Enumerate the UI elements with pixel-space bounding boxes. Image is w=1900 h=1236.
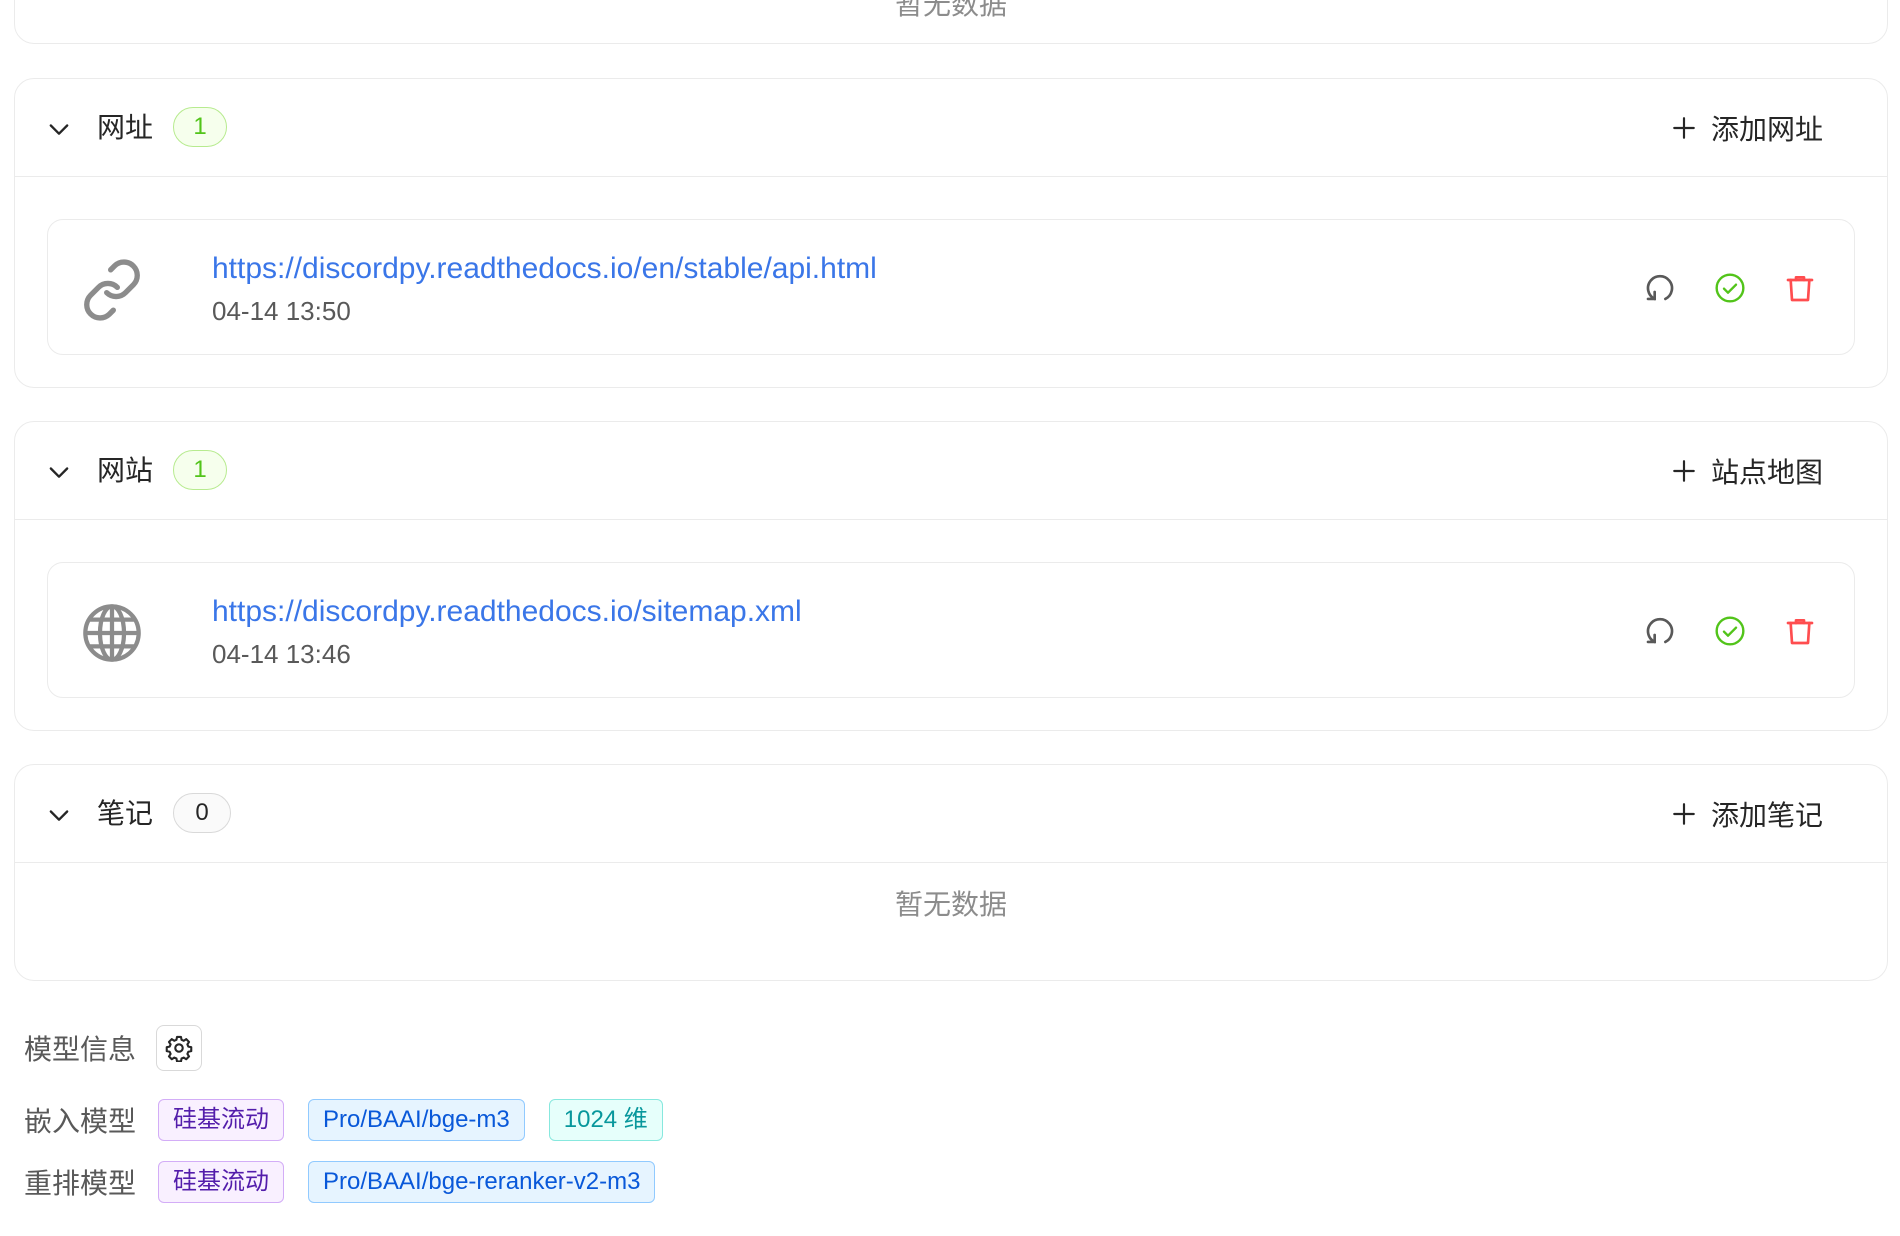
- model-tag: Pro/BAAI/bge-reranker-v2-m3: [308, 1161, 656, 1203]
- status-success-icon[interactable]: [1714, 272, 1746, 304]
- count-badge: 1: [173, 450, 227, 490]
- chevron-down-icon[interactable]: [45, 115, 73, 143]
- previous-section-card: 暂无数据: [14, 0, 1888, 44]
- add-url-label: 添加网址: [1710, 114, 1823, 145]
- section-header[interactable]: 网站 1 站点地图: [15, 422, 1887, 520]
- chevron-down-icon[interactable]: [45, 801, 73, 829]
- item-timestamp: 04-14 13:46: [212, 639, 351, 669]
- item-url-link[interactable]: https://discordpy.readthedocs.io/en/stab…: [212, 250, 877, 288]
- provider-tag: 硅基流动: [158, 1161, 284, 1203]
- plus-icon: [1673, 460, 1695, 482]
- provider-tag: 硅基流动: [158, 1099, 284, 1141]
- plus-icon: [1673, 117, 1695, 139]
- status-success-icon[interactable]: [1714, 615, 1746, 647]
- list-item: https://discordpy.readthedocs.io/sitemap…: [47, 562, 1855, 698]
- list-item: https://discordpy.readthedocs.io/en/stab…: [47, 219, 1855, 355]
- link-icon: [84, 259, 140, 321]
- gear-icon: [165, 1035, 193, 1062]
- model-settings-button[interactable]: [156, 1025, 203, 1071]
- add-note-label: 添加笔记: [1710, 800, 1823, 831]
- empty-state-text: 暂无数据: [894, 889, 1007, 920]
- section-notes: 笔记 0 添加笔记 暂无数据: [14, 764, 1888, 981]
- section-websites: 网站 1 站点地图 https://discordpy.readthedocs.…: [14, 421, 1888, 731]
- count-badge: 1: [173, 107, 227, 147]
- add-sitemap-button[interactable]: 站点地图: [1671, 452, 1823, 490]
- delete-icon[interactable]: [1784, 272, 1816, 304]
- section-title: 网址: [97, 112, 154, 143]
- embedding-model-row: 嵌入模型 硅基流动 Pro/BAAI/bge-m3 1024 维: [24, 1096, 687, 1144]
- plus-icon: [1673, 803, 1695, 825]
- model-info-label: 模型信息: [24, 1034, 137, 1065]
- refresh-icon[interactable]: [1644, 272, 1676, 304]
- section-title: 网站: [97, 455, 154, 486]
- globe-icon: [83, 604, 141, 662]
- item-url-link[interactable]: https://discordpy.readthedocs.io/sitemap…: [212, 593, 802, 631]
- rerank-model-row: 重排模型 硅基流动 Pro/BAAI/bge-reranker-v2-m3: [24, 1158, 679, 1206]
- embedding-model-label: 嵌入模型: [24, 1106, 137, 1137]
- rerank-model-label: 重排模型: [24, 1168, 137, 1199]
- count-badge: 0: [173, 793, 231, 833]
- model-tag: Pro/BAAI/bge-m3: [308, 1099, 525, 1141]
- refresh-icon[interactable]: [1644, 615, 1676, 647]
- add-note-button[interactable]: 添加笔记: [1671, 795, 1823, 833]
- add-sitemap-label: 站点地图: [1710, 457, 1823, 488]
- item-timestamp: 04-14 13:50: [212, 296, 351, 326]
- section-title: 笔记: [97, 798, 154, 829]
- dimension-tag: 1024 维: [548, 1099, 663, 1141]
- section-header[interactable]: 网址 1 添加网址: [15, 79, 1887, 177]
- section-urls: 网址 1 添加网址 https://discordpy.readthedocs.…: [14, 78, 1888, 388]
- delete-icon[interactable]: [1784, 615, 1816, 647]
- chevron-down-icon[interactable]: [45, 458, 73, 486]
- model-info-header: 模型信息: [24, 1024, 203, 1072]
- empty-state-text: 暂无数据: [894, 0, 1007, 20]
- add-url-button[interactable]: 添加网址: [1671, 109, 1823, 147]
- section-header[interactable]: 笔记 0 添加笔记: [15, 765, 1887, 863]
